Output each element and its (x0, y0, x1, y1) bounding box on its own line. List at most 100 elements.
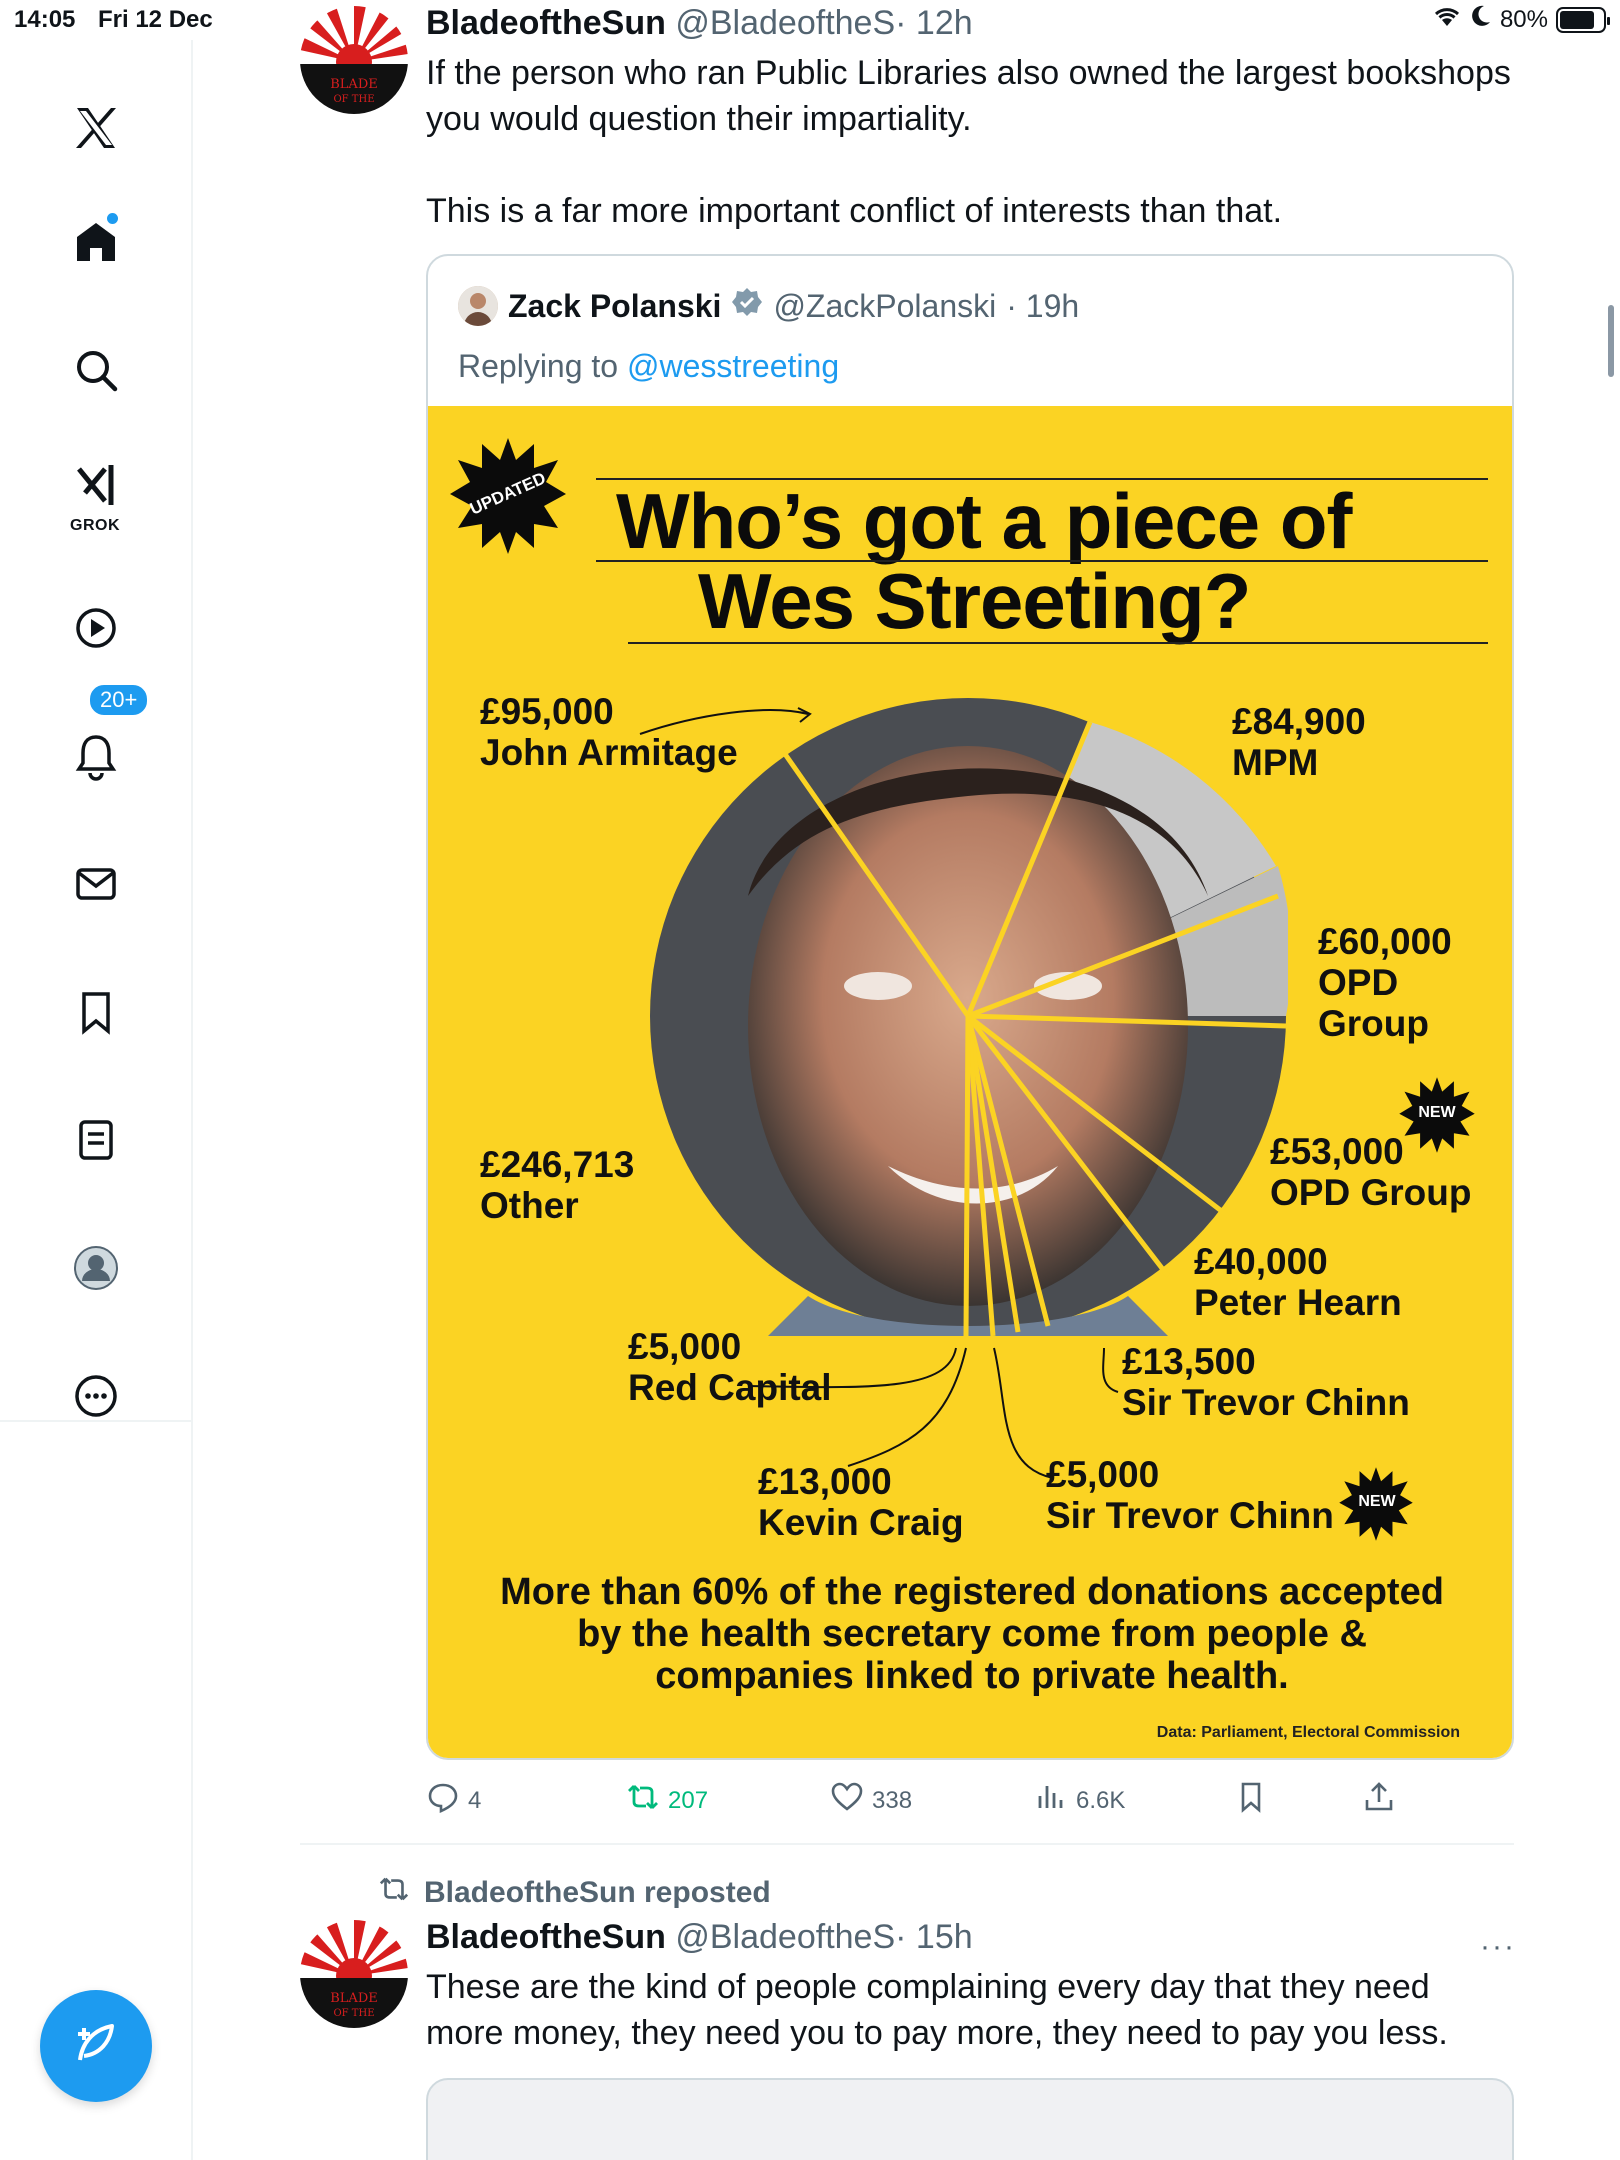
replying-to-mention[interactable]: @wesstreeting (627, 348, 839, 384)
quote-avatar[interactable] (458, 286, 498, 326)
tweet2-author-handle[interactable]: @BladeoftheS (675, 1918, 895, 1956)
home-notification-dot (107, 213, 118, 224)
repost-indicator-label: BladeoftheSun reposted (424, 1876, 771, 1909)
donor-name: OPD Group (1270, 1172, 1472, 1213)
svg-text:BLADE: BLADE (330, 77, 378, 92)
notification-count-badge: 20+ (88, 683, 150, 717)
share-button[interactable] (1362, 1780, 1396, 1821)
tweet1-text-line: This is a far more important conflict of… (426, 192, 1283, 230)
repost-indicator[interactable]: BladeoftheSun reposted (378, 1873, 771, 1913)
poster-footer-line: companies linked to private health. (655, 1655, 1289, 1697)
views-icon (1034, 1780, 1068, 1821)
repost-indicator-icon (378, 1873, 410, 1913)
reply-count: 4 (468, 1786, 482, 1814)
donation-amount: £53,000 (1270, 1131, 1404, 1172)
tweet1-text: If the person who ran Public Libraries a… (426, 50, 1511, 234)
donation-amount: £246,713 (480, 1144, 635, 1185)
moon-icon (1470, 4, 1492, 35)
views-count: 6.6K (1076, 1786, 1126, 1814)
donation-label: £60,000 OPD Group (1318, 921, 1452, 1044)
donor-name: MPM (1232, 742, 1319, 783)
tweet1-timestamp[interactable]: · 12h (895, 4, 973, 42)
quote-author-handle[interactable]: @ZackPolanski (773, 288, 996, 325)
status-right: 80% (1432, 4, 1610, 35)
title-rule (628, 642, 1488, 644)
quote-timestamp: · 19h (1006, 287, 1080, 324)
lists-icon[interactable] (60, 1104, 132, 1176)
donor-name: Group (1318, 1003, 1429, 1044)
replying-to-label: Replying to (458, 348, 619, 384)
reply-icon (426, 1780, 460, 1821)
donor-name: Sir Trevor Chinn (1122, 1382, 1410, 1423)
tweet1-avatar[interactable]: BLADE OF THE (300, 6, 408, 114)
grok-label: GROK (70, 517, 120, 534)
status-date: Fri 12 Dec (98, 6, 213, 33)
bookmarks-icon[interactable] (60, 976, 132, 1048)
battery-percent: 80% (1499, 5, 1548, 33)
bookmark-button[interactable] (1234, 1780, 1268, 1821)
home-icon[interactable] (60, 206, 132, 278)
donation-amount: £13,500 (1122, 1341, 1256, 1382)
donor-name: Other (480, 1185, 579, 1226)
sidebar: GROK 20+ (0, 40, 193, 2160)
poster-footer-line: by the health secretary come from people… (577, 1613, 1367, 1655)
video-icon[interactable] (60, 592, 132, 664)
tweet1-author-name[interactable]: BladeoftheSun (426, 4, 666, 42)
tweet2-text-line: more money, they need you to pay more, t… (426, 2014, 1448, 2052)
messages-icon[interactable] (60, 848, 132, 920)
profile-icon[interactable] (60, 1232, 132, 1304)
donation-amount: £40,000 (1194, 1241, 1328, 1282)
quote-header: Zack Polanski @ZackPolanski · 19h (458, 286, 1079, 326)
donation-amount: £60,000 (1318, 921, 1452, 962)
new-badge-text: NEW (1418, 1104, 1456, 1121)
tweet1-text-line: If the person who ran Public Libraries a… (426, 54, 1511, 92)
sidebar-divider (0, 1420, 193, 1422)
leader-lines (748, 1347, 1119, 1479)
svg-text:OF THE: OF THE (333, 2008, 374, 2019)
donation-label: £53,000 OPD Group (1270, 1131, 1471, 1213)
tweet2-more-button[interactable]: ··· (1480, 1930, 1516, 1964)
poster-footer-line: More than 60% of the registered donation… (500, 1571, 1444, 1613)
tweet1-author-handle[interactable]: @BladeoftheS (675, 4, 895, 42)
tweet2-timestamp[interactable]: · 15h (895, 1918, 973, 1956)
wifi-icon (1432, 4, 1462, 35)
poster-source: Data: Parliament, Electoral Commission (1156, 1724, 1460, 1741)
donation-label: £13,500 Sir Trevor Chinn (1122, 1341, 1410, 1423)
verified-badge-icon (731, 286, 763, 326)
grok-icon[interactable] (60, 450, 132, 522)
scroll-indicator[interactable] (1608, 305, 1614, 377)
poster-title-line1: Who’s got a piece of (616, 477, 1352, 565)
compose-button[interactable] (40, 1990, 152, 2102)
quote-image[interactable]: UPDATED Who’s got a piece of Wes Streeti… (428, 406, 1512, 1758)
tweet-separator (300, 1843, 1514, 1845)
battery-fill (1560, 10, 1594, 29)
portrait-pie (650, 698, 1288, 1336)
reply-button[interactable]: 4 (426, 1780, 481, 1821)
tweet1-text-line: you would question their impartiality. (426, 100, 972, 138)
status-time: 14:05 (14, 6, 76, 33)
tweet1-actions: 4 207 338 6.6K (426, 1780, 1426, 1824)
search-icon[interactable] (60, 334, 132, 406)
svg-text:OF THE: OF THE (333, 94, 374, 105)
notifications-icon[interactable] (60, 720, 132, 792)
like-button[interactable]: 338 (830, 1780, 912, 1821)
heart-icon (830, 1780, 864, 1821)
repost-button[interactable]: 207 (626, 1780, 708, 1821)
donation-label: £40,000 Peter Hearn (1194, 1241, 1402, 1323)
donor-name: OPD (1318, 962, 1399, 1003)
bookmark-icon (1234, 1780, 1268, 1821)
tweet2-author-name[interactable]: BladeoftheSun (426, 1918, 666, 1956)
replying-to: Replying to @wesstreeting (458, 348, 839, 385)
repost-icon (626, 1780, 660, 1821)
donor-name: Kevin Craig (758, 1502, 964, 1543)
leader-arrow (639, 707, 812, 735)
views-button[interactable]: 6.6K (1034, 1780, 1125, 1821)
donation-label: £84,900 MPM (1232, 701, 1366, 783)
donation-amount: £84,900 (1232, 701, 1366, 742)
x-logo-icon[interactable] (60, 92, 132, 164)
quote-author-name[interactable]: Zack Polanski (508, 288, 721, 325)
tweet2-media[interactable] (426, 2078, 1514, 2160)
tweet2-avatar[interactable]: BLADE OF THE (300, 1920, 408, 2028)
quoted-tweet[interactable]: Zack Polanski @ZackPolanski · 19h Replyin… (426, 254, 1514, 1760)
battery-icon (1556, 6, 1610, 33)
